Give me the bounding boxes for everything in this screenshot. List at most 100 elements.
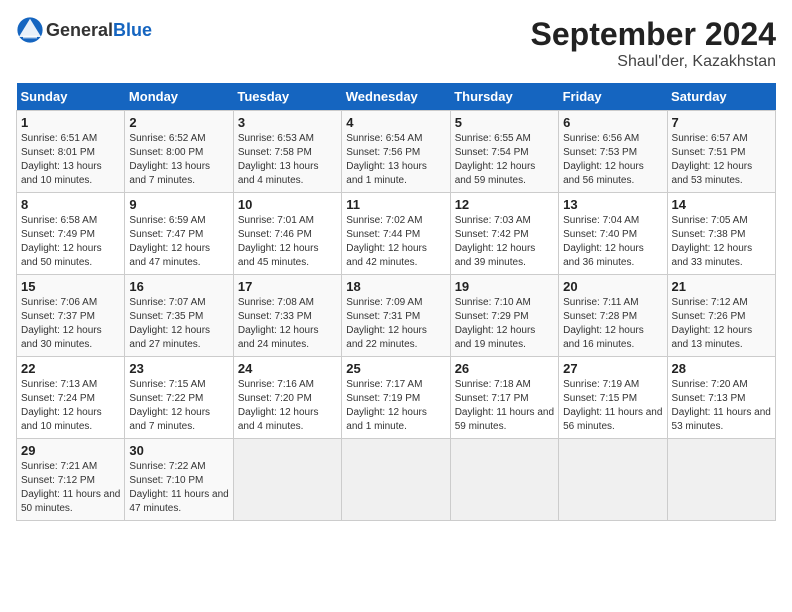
calendar-cell: 8 Sunrise: 6:58 AM Sunset: 7:49 PM Daylig… bbox=[17, 193, 125, 275]
day-info: Sunrise: 7:22 AM Sunset: 7:10 PM Dayligh… bbox=[129, 460, 228, 516]
day-info: Sunrise: 7:05 AM Sunset: 7:38 PM Dayligh… bbox=[672, 214, 771, 270]
calendar-cell: 1 Sunrise: 6:51 AM Sunset: 8:01 PM Daylig… bbox=[17, 111, 125, 193]
calendar-table: SundayMondayTuesdayWednesdayThursdayFrid… bbox=[16, 83, 776, 521]
day-info: Sunrise: 7:19 AM Sunset: 7:15 PM Dayligh… bbox=[563, 378, 662, 434]
calendar-cell: 30 Sunrise: 7:22 AM Sunset: 7:10 PM Dayli… bbox=[125, 439, 233, 521]
day-number: 14 bbox=[672, 197, 771, 212]
day-number: 30 bbox=[129, 443, 228, 458]
calendar-cell: 20Sunrise: 7:11 AM Sunset: 7:28 PM Dayli… bbox=[559, 275, 667, 357]
week-row-3: 15 Sunrise: 7:06 AM Sunset: 7:37 PM Dayli… bbox=[17, 275, 776, 357]
calendar-cell: 27 Sunrise: 7:19 AM Sunset: 7:15 PM Dayli… bbox=[559, 357, 667, 439]
calendar-cell: 22 Sunrise: 7:13 AM Sunset: 7:24 PM Dayli… bbox=[17, 357, 125, 439]
calendar-cell: 4 Sunrise: 6:54 AM Sunset: 7:56 PM Daylig… bbox=[342, 111, 450, 193]
calendar-cell bbox=[559, 439, 667, 521]
day-info: Sunrise: 7:06 AM Sunset: 7:37 PM Dayligh… bbox=[21, 296, 120, 352]
day-info: Sunrise: 7:15 AM Sunset: 7:22 PM Dayligh… bbox=[129, 378, 228, 434]
day-number: 29 bbox=[21, 443, 120, 458]
day-info: Sunrise: 7:03 AM Sunset: 7:42 PM Dayligh… bbox=[455, 214, 554, 270]
calendar-cell: 2Sunrise: 6:52 AM Sunset: 8:00 PM Daylig… bbox=[125, 111, 233, 193]
column-header-monday: Monday bbox=[125, 83, 233, 111]
column-header-wednesday: Wednesday bbox=[342, 83, 450, 111]
day-info: Sunrise: 7:17 AM Sunset: 7:19 PM Dayligh… bbox=[346, 378, 445, 434]
logo-icon bbox=[16, 16, 44, 44]
day-number: 21 bbox=[672, 279, 771, 294]
column-header-friday: Friday bbox=[559, 83, 667, 111]
day-number: 26 bbox=[455, 361, 554, 376]
day-info: Sunrise: 7:09 AM Sunset: 7:31 PM Dayligh… bbox=[346, 296, 445, 352]
day-number: 27 bbox=[563, 361, 662, 376]
day-number: 12 bbox=[455, 197, 554, 212]
day-number: 18 bbox=[346, 279, 445, 294]
calendar-cell: 11 Sunrise: 7:02 AM Sunset: 7:44 PM Dayli… bbox=[342, 193, 450, 275]
calendar-cell: 26 Sunrise: 7:18 AM Sunset: 7:17 PM Dayli… bbox=[450, 357, 558, 439]
day-number: 10 bbox=[238, 197, 337, 212]
day-number: 23 bbox=[129, 361, 228, 376]
day-number: 19 bbox=[455, 279, 554, 294]
column-header-saturday: Saturday bbox=[667, 83, 775, 111]
day-info: Sunrise: 7:02 AM Sunset: 7:44 PM Dayligh… bbox=[346, 214, 445, 270]
calendar-cell bbox=[450, 439, 558, 521]
day-number: 9 bbox=[129, 197, 228, 212]
day-number: 22 bbox=[21, 361, 120, 376]
day-number: 13 bbox=[563, 197, 662, 212]
day-info: Sunrise: 7:04 AM Sunset: 7:40 PM Dayligh… bbox=[563, 214, 662, 270]
day-number: 17 bbox=[238, 279, 337, 294]
calendar-cell: 3 Sunrise: 6:53 AM Sunset: 7:58 PM Daylig… bbox=[233, 111, 341, 193]
column-header-sunday: Sunday bbox=[17, 83, 125, 111]
calendar-cell: 23 Sunrise: 7:15 AM Sunset: 7:22 PM Dayli… bbox=[125, 357, 233, 439]
day-info: Sunrise: 6:55 AM Sunset: 7:54 PM Dayligh… bbox=[455, 132, 554, 188]
calendar-cell: 12 Sunrise: 7:03 AM Sunset: 7:42 PM Dayli… bbox=[450, 193, 558, 275]
day-number: 4 bbox=[346, 115, 445, 130]
calendar-cell: 14 Sunrise: 7:05 AM Sunset: 7:38 PM Dayli… bbox=[667, 193, 775, 275]
day-info: Sunrise: 7:18 AM Sunset: 7:17 PM Dayligh… bbox=[455, 378, 554, 434]
day-info: Sunrise: 7:07 AM Sunset: 7:35 PM Dayligh… bbox=[129, 296, 228, 352]
calendar-cell: 25 Sunrise: 7:17 AM Sunset: 7:19 PM Dayli… bbox=[342, 357, 450, 439]
day-number: 7 bbox=[672, 115, 771, 130]
day-info: Sunrise: 6:58 AM Sunset: 7:49 PM Dayligh… bbox=[21, 214, 120, 270]
page-header: GeneralBlue September 2024 Shaul'der, Ka… bbox=[16, 16, 776, 71]
logo-text-blue: Blue bbox=[113, 20, 152, 40]
day-info: Sunrise: 7:20 AM Sunset: 7:13 PM Dayligh… bbox=[672, 378, 771, 434]
day-info: Sunrise: 7:10 AM Sunset: 7:29 PM Dayligh… bbox=[455, 296, 554, 352]
day-number: 16 bbox=[129, 279, 228, 294]
day-number: 25 bbox=[346, 361, 445, 376]
calendar-cell: 19 Sunrise: 7:10 AM Sunset: 7:29 PM Dayli… bbox=[450, 275, 558, 357]
calendar-cell: 10 Sunrise: 7:01 AM Sunset: 7:46 PM Dayli… bbox=[233, 193, 341, 275]
day-number: 6 bbox=[563, 115, 662, 130]
day-number: 28 bbox=[672, 361, 771, 376]
day-info: Sunrise: 6:51 AM Sunset: 8:01 PM Dayligh… bbox=[21, 132, 120, 188]
day-number: 1 bbox=[21, 115, 120, 130]
calendar-cell: 28 Sunrise: 7:20 AM Sunset: 7:13 PM Dayli… bbox=[667, 357, 775, 439]
calendar-cell: 7Sunrise: 6:57 AM Sunset: 7:51 PM Daylig… bbox=[667, 111, 775, 193]
calendar-cell: 29 Sunrise: 7:21 AM Sunset: 7:12 PM Dayli… bbox=[17, 439, 125, 521]
day-number: 3 bbox=[238, 115, 337, 130]
day-number: 11 bbox=[346, 197, 445, 212]
column-header-thursday: Thursday bbox=[450, 83, 558, 111]
title-block: September 2024 Shaul'der, Kazakhstan bbox=[531, 16, 776, 71]
day-number: 24 bbox=[238, 361, 337, 376]
day-info: Sunrise: 7:11 AM Sunset: 7:28 PM Dayligh… bbox=[563, 296, 662, 352]
day-number: 5 bbox=[455, 115, 554, 130]
calendar-cell: 15 Sunrise: 7:06 AM Sunset: 7:37 PM Dayli… bbox=[17, 275, 125, 357]
header-row: SundayMondayTuesdayWednesdayThursdayFrid… bbox=[17, 83, 776, 111]
calendar-title: September 2024 bbox=[531, 16, 776, 53]
week-row-4: 22 Sunrise: 7:13 AM Sunset: 7:24 PM Dayli… bbox=[17, 357, 776, 439]
day-info: Sunrise: 7:21 AM Sunset: 7:12 PM Dayligh… bbox=[21, 460, 120, 516]
day-info: Sunrise: 6:56 AM Sunset: 7:53 PM Dayligh… bbox=[563, 132, 662, 188]
day-number: 15 bbox=[21, 279, 120, 294]
calendar-cell: 5 Sunrise: 6:55 AM Sunset: 7:54 PM Daylig… bbox=[450, 111, 558, 193]
day-info: Sunrise: 7:12 AM Sunset: 7:26 PM Dayligh… bbox=[672, 296, 771, 352]
calendar-cell: 18 Sunrise: 7:09 AM Sunset: 7:31 PM Dayli… bbox=[342, 275, 450, 357]
week-row-1: 1 Sunrise: 6:51 AM Sunset: 8:01 PM Daylig… bbox=[17, 111, 776, 193]
calendar-cell: 16 Sunrise: 7:07 AM Sunset: 7:35 PM Dayli… bbox=[125, 275, 233, 357]
day-info: Sunrise: 7:16 AM Sunset: 7:20 PM Dayligh… bbox=[238, 378, 337, 434]
day-number: 8 bbox=[21, 197, 120, 212]
week-row-5: 29 Sunrise: 7:21 AM Sunset: 7:12 PM Dayli… bbox=[17, 439, 776, 521]
day-info: Sunrise: 6:54 AM Sunset: 7:56 PM Dayligh… bbox=[346, 132, 445, 188]
calendar-cell: 17Sunrise: 7:08 AM Sunset: 7:33 PM Dayli… bbox=[233, 275, 341, 357]
day-info: Sunrise: 7:01 AM Sunset: 7:46 PM Dayligh… bbox=[238, 214, 337, 270]
calendar-cell bbox=[233, 439, 341, 521]
calendar-subtitle: Shaul'der, Kazakhstan bbox=[531, 53, 776, 71]
day-info: Sunrise: 6:53 AM Sunset: 7:58 PM Dayligh… bbox=[238, 132, 337, 188]
day-info: Sunrise: 7:13 AM Sunset: 7:24 PM Dayligh… bbox=[21, 378, 120, 434]
